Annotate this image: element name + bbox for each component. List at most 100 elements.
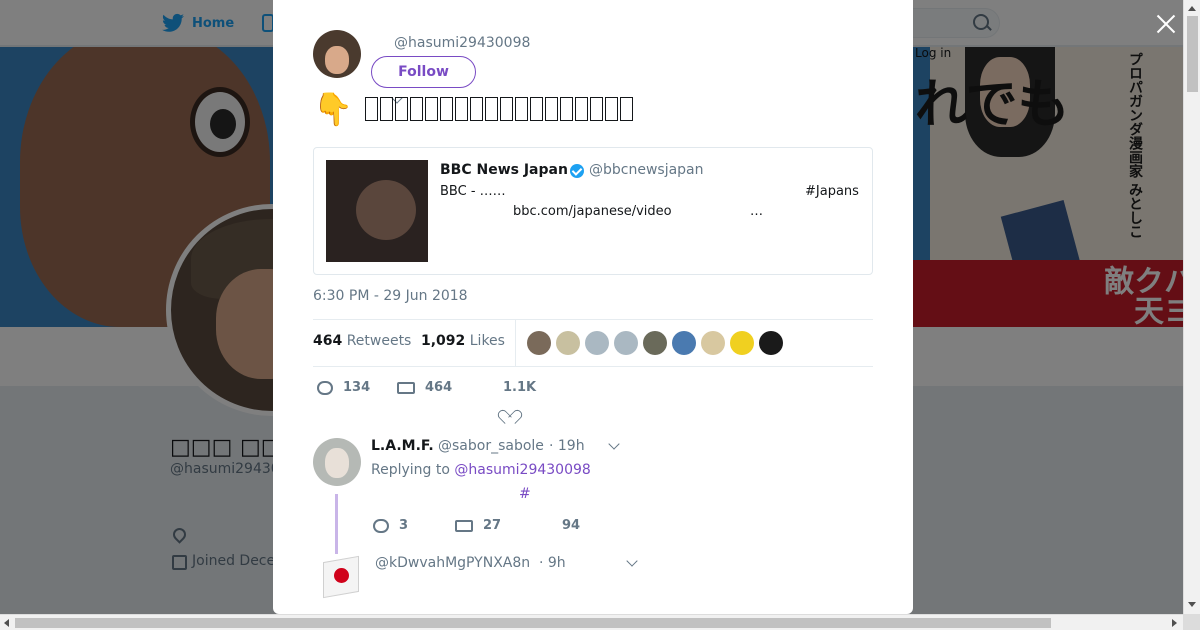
retweet-icon — [455, 519, 473, 532]
unrendered-glyph-box — [529, 97, 543, 121]
author-avatar[interactable] — [313, 30, 361, 78]
reply-reply-count: 3 — [399, 518, 409, 533]
unrendered-glyph-box — [394, 97, 408, 121]
unrendered-glyph-box — [379, 97, 393, 121]
retweet-count: 464 — [425, 380, 453, 395]
liker-avatar[interactable] — [585, 331, 609, 355]
unrendered-glyph-box — [439, 97, 453, 121]
unrendered-glyph-box — [574, 97, 588, 121]
horizontal-scroll-thumb[interactable] — [15, 618, 1051, 628]
likes-stat[interactable]: 1,092 Likes — [421, 333, 505, 349]
replying-prefix: Replying to — [371, 462, 450, 478]
follow-button[interactable]: Follow — [371, 56, 476, 88]
unrendered-glyph-box — [514, 97, 528, 121]
card-author-name: BBC News Japan — [440, 162, 568, 178]
likes-count: 1,092 — [421, 333, 466, 349]
scroll-right-icon[interactable] — [1172, 619, 1177, 627]
card-author-handle: @bbcnewsjapan — [589, 162, 704, 178]
chevron-down-icon[interactable] — [626, 555, 638, 567]
unrendered-glyph-box — [559, 97, 573, 121]
liker-avatar[interactable] — [556, 331, 580, 355]
reply-hashtag[interactable]: # — [519, 486, 531, 502]
reply-reply-action[interactable]: 3 — [373, 518, 408, 533]
unrendered-glyph-box — [499, 97, 513, 121]
chevron-down-icon[interactable] — [608, 438, 620, 450]
horizontal-scrollbar[interactable] — [0, 614, 1183, 630]
unrendered-glyph-box — [364, 97, 378, 121]
card-text-line: BBC - …… — [440, 184, 506, 199]
reply-avatar[interactable] — [313, 438, 361, 486]
unrendered-glyph-box — [589, 97, 603, 121]
replying-to-handle[interactable]: @hasumi29430098 — [454, 462, 590, 478]
reply-like-action[interactable]: 94 — [562, 518, 580, 533]
tweet-modal: @hasumi29430098 Follow 👇 BBC News Japan … — [273, 0, 913, 614]
vertical-scrollbar[interactable] — [1183, 0, 1200, 614]
card-thumbnail-face — [356, 180, 416, 240]
scrollbar-corner — [1183, 614, 1200, 630]
reply-count: 134 — [343, 380, 371, 395]
verified-badge-icon — [570, 164, 584, 178]
unrendered-glyph-box — [544, 97, 558, 121]
reply-icon — [373, 518, 389, 533]
reply2-author-handle[interactable]: @kDwvahMgPYNXA8n — [375, 555, 530, 571]
card-hashtag[interactable]: #Japans — [805, 184, 861, 199]
scroll-down-icon[interactable] — [1188, 602, 1196, 607]
liker-avatars — [527, 331, 783, 355]
unrendered-glyph-box — [619, 97, 633, 121]
pointing-down-icon: 👇 — [313, 90, 353, 128]
reply2-avatar[interactable] — [319, 555, 359, 601]
retweets-count: 464 — [313, 333, 343, 349]
unrendered-glyph-box — [484, 97, 498, 121]
card-ellipsis: … — [750, 204, 763, 219]
scroll-left-icon[interactable] — [4, 619, 9, 627]
reply-avatar-face — [325, 448, 349, 478]
liker-avatar[interactable] — [643, 331, 667, 355]
reply-retweet-action[interactable]: 27 — [455, 518, 501, 533]
stats-divider — [515, 320, 516, 366]
retweet-action[interactable]: 464 — [397, 380, 452, 395]
tweet-actions: 134 464 1.1K — [313, 380, 873, 420]
unrendered-glyph-box — [409, 97, 423, 121]
card-url[interactable]: bbc.com/japanese/video — [513, 204, 672, 219]
unrendered-glyph-box — [454, 97, 468, 121]
liker-avatar[interactable] — [759, 331, 783, 355]
liker-avatar[interactable] — [527, 331, 551, 355]
author-avatar-face — [325, 46, 349, 74]
retweets-stat[interactable]: 464 Retweets — [313, 333, 411, 349]
like-count: 1.1K — [503, 380, 537, 395]
thread-line — [335, 494, 338, 554]
unrendered-glyph-box — [604, 97, 618, 121]
flag-sun-disc — [334, 568, 349, 583]
reply-actions: 3 27 94 — [373, 518, 773, 542]
reply-icon — [317, 380, 333, 395]
replying-to: Replying to @hasumi29430098 — [371, 462, 591, 478]
reply-time[interactable]: · 19h — [549, 438, 585, 454]
liker-avatar[interactable] — [672, 331, 696, 355]
retweet-icon — [397, 381, 415, 394]
close-icon[interactable] — [1152, 11, 1180, 39]
liker-avatar[interactable] — [730, 331, 754, 355]
reply-action[interactable]: 134 — [317, 380, 370, 395]
unrendered-glyph-box — [424, 97, 438, 121]
scroll-up-icon[interactable] — [1188, 6, 1196, 11]
reply-retweet-count: 27 — [483, 518, 502, 533]
tweet-timestamp[interactable]: 6:30 PM - 29 Jun 2018 — [313, 288, 468, 304]
liker-avatar[interactable] — [614, 331, 638, 355]
reply2-time[interactable]: · 9h — [539, 555, 566, 571]
tweet-stats: 464 Retweets 1,092 Likes — [313, 319, 873, 367]
like-action[interactable]: 1.1K — [503, 380, 536, 395]
reply-author-name[interactable]: L.A.M.F. — [371, 438, 434, 454]
unrendered-glyph-box — [469, 97, 483, 121]
quoted-link-card[interactable]: BBC News Japan @bbcnewsjapan BBC - …… #J… — [313, 147, 873, 275]
vertical-scroll-thumb[interactable] — [1187, 16, 1198, 92]
author-handle[interactable]: @hasumi29430098 — [394, 35, 530, 51]
heart-icon[interactable] — [502, 404, 516, 418]
card-thumbnail — [326, 160, 428, 262]
liker-avatar[interactable] — [701, 331, 725, 355]
reply-like-count: 94 — [562, 518, 581, 533]
reply-author-handle[interactable]: @sabor_sabole — [438, 438, 544, 454]
likes-label: Likes — [469, 333, 505, 349]
tweet-unrendered-glyphs — [364, 97, 633, 121]
retweets-label: Retweets — [346, 333, 412, 349]
tweet-text: 👇 — [313, 90, 633, 128]
